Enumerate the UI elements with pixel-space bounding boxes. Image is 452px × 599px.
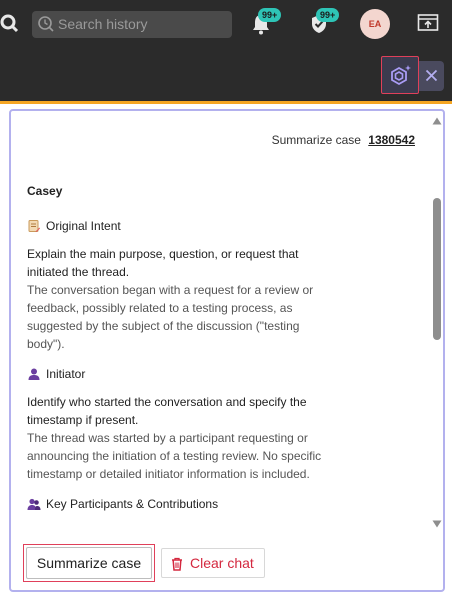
scrollbar-thumb[interactable] bbox=[433, 198, 441, 340]
section-initiator-title: Initiator bbox=[27, 365, 339, 383]
section-initiator-body: Identify who started the conversation an… bbox=[27, 393, 339, 483]
history-clock-icon bbox=[38, 16, 54, 32]
search-icon[interactable] bbox=[0, 13, 22, 35]
section-title-text: Key Participants & Contributions bbox=[46, 497, 219, 511]
summary-body: Casey Original Intent Explain the main p… bbox=[27, 182, 339, 523]
section-title-text: Original Intent bbox=[46, 219, 121, 233]
search-history-input[interactable] bbox=[58, 14, 226, 34]
notifications-count-badge: 99+ bbox=[258, 8, 282, 22]
summary-content: Summarize case 1380542 Casey Original In… bbox=[11, 111, 429, 528]
section-prompt: Explain the main purpose, question, or r… bbox=[27, 247, 299, 279]
people-icon bbox=[27, 498, 41, 510]
open-in-window-icon[interactable] bbox=[417, 13, 439, 33]
summarize-case-label: Summarize case bbox=[26, 547, 152, 579]
section-key-participants-title: Key Participants & Contributions bbox=[27, 495, 339, 513]
scroll-up-arrow-icon[interactable] bbox=[432, 117, 442, 125]
scroll-down-arrow-icon[interactable] bbox=[432, 520, 442, 528]
section-answer: The thread was started by a participant … bbox=[27, 431, 322, 481]
summary-header: Summarize case 1380542 bbox=[272, 133, 415, 147]
accent-divider bbox=[0, 101, 452, 104]
section-original-intent-title: Original Intent bbox=[27, 217, 339, 235]
case-number-link[interactable]: 1380542 bbox=[368, 133, 415, 147]
summary-actions: Summarize case Clear chat bbox=[11, 534, 443, 592]
user-avatar[interactable]: EA bbox=[360, 9, 390, 39]
person-icon bbox=[28, 368, 40, 380]
search-history-box[interactable] bbox=[32, 11, 232, 38]
clear-chat-label: Clear chat bbox=[190, 555, 254, 571]
author-name: Casey bbox=[27, 184, 63, 198]
section-answer: The conversation began with a request fo… bbox=[27, 283, 314, 351]
close-panel-button[interactable] bbox=[419, 61, 444, 91]
summary-header-label: Summarize case bbox=[271, 133, 361, 147]
trash-icon bbox=[172, 557, 182, 571]
tasks-count-badge: 99+ bbox=[316, 8, 340, 22]
section-original-intent-body: Explain the main purpose, question, or r… bbox=[27, 245, 339, 353]
summary-panel: Summarize case 1380542 Casey Original In… bbox=[9, 109, 445, 592]
scroll-icon bbox=[28, 220, 40, 232]
summarize-case-button[interactable]: Summarize case bbox=[23, 544, 155, 582]
section-title-text: Initiator bbox=[46, 367, 86, 381]
top-navigation-bar: 99+ 99+ EA bbox=[0, 0, 452, 48]
ai-assistant-button[interactable] bbox=[381, 56, 419, 94]
close-icon bbox=[425, 69, 438, 82]
ai-sparkle-icon bbox=[391, 65, 411, 86]
section-prompt: Identify who started the conversation an… bbox=[27, 395, 307, 427]
clear-chat-button[interactable]: Clear chat bbox=[161, 548, 265, 578]
